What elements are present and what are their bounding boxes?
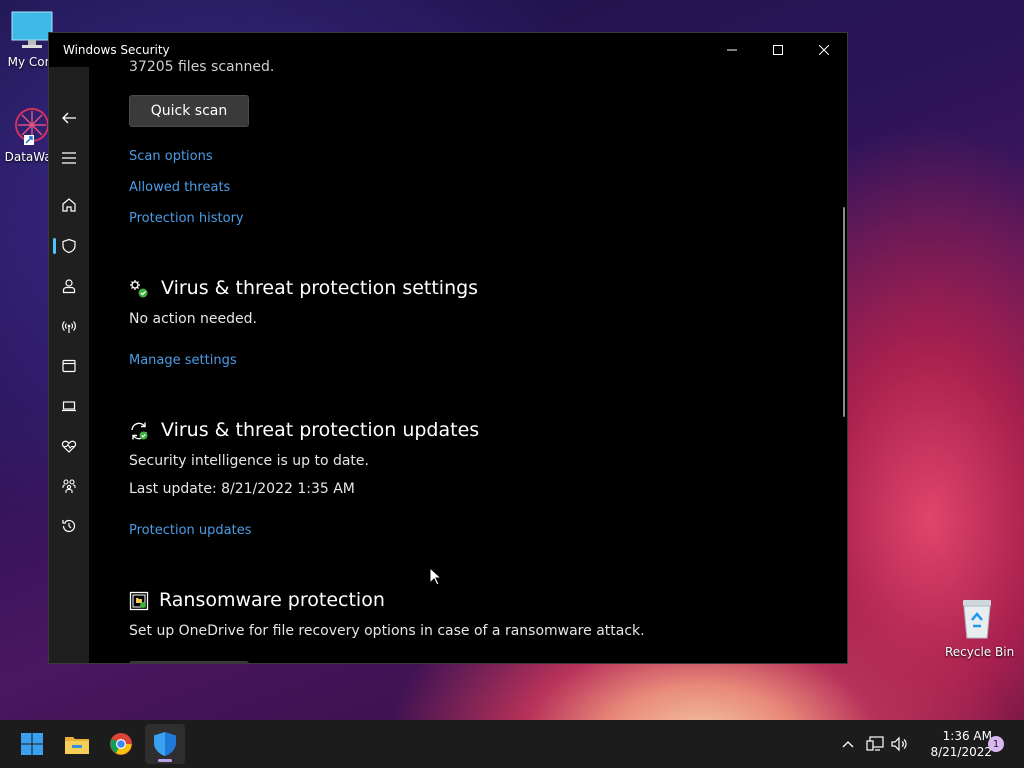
ransomware-section-heading: Ransomware protection <box>159 589 385 611</box>
sync-check-icon <box>131 422 148 440</box>
shield-icon <box>62 238 76 254</box>
nav-item-device-health[interactable] <box>49 430 89 462</box>
nav-item-virus-threat-protection[interactable] <box>49 230 89 262</box>
taskbar: 1:36 AM 8/21/2022 <box>0 720 1024 768</box>
chrome-icon <box>110 733 132 755</box>
window-title: Windows Security <box>63 43 170 57</box>
updates-status-text: Security intelligence is up to date. <box>129 453 369 469</box>
taskbar-file-explorer[interactable] <box>57 724 97 764</box>
gear-icon <box>61 662 77 664</box>
start-icon <box>21 733 43 755</box>
files-scanned-text: 37205 files scanned. <box>129 59 275 75</box>
nav-menu-button[interactable] <box>49 142 89 174</box>
nav-back-button[interactable] <box>49 102 89 134</box>
speaker-icon <box>891 736 907 752</box>
ransomware-setup-button[interactable] <box>129 661 249 663</box>
close-icon <box>819 45 829 55</box>
nav-item-firewall[interactable] <box>49 310 89 342</box>
desktop-icon-label: Recycle Bin <box>945 645 1015 659</box>
network-tray-button[interactable] <box>864 720 886 768</box>
heart-pulse-icon <box>61 440 77 453</box>
chevron-up-icon <box>842 741 854 748</box>
settings-section-heading: Virus & threat protection settings <box>161 277 479 299</box>
maximize-icon <box>773 45 783 55</box>
settings-gears-icon <box>130 280 148 298</box>
recycle-bin-icon <box>963 600 991 639</box>
settings-status-text: No action needed. <box>129 311 257 327</box>
family-icon <box>62 479 76 493</box>
nav-item-account-protection[interactable] <box>49 270 89 302</box>
wireless-icon <box>62 321 76 333</box>
close-button[interactable] <box>801 33 847 67</box>
mouse-cursor-icon <box>429 567 443 586</box>
taskbar-windows-security[interactable] <box>145 724 185 764</box>
main-content: 37205 files scanned. Quick scan Scan opt… <box>89 59 847 663</box>
clock-date: 8/21/2022 <box>930 745 992 759</box>
person-icon <box>62 279 76 294</box>
protection-updates-link[interactable]: Protection updates <box>129 523 251 538</box>
navigation-sidebar <box>49 67 89 663</box>
nav-item-home[interactable] <box>49 189 89 221</box>
file-explorer-icon <box>65 737 89 754</box>
scrollbar-thumb[interactable] <box>843 207 845 417</box>
history-icon <box>62 519 76 533</box>
taskbar-clock[interactable]: 1:36 AM 8/21/2022 <box>908 728 992 760</box>
minimize-icon <box>727 49 737 51</box>
clock-time: 1:36 AM <box>942 729 992 743</box>
nav-item-family-options[interactable] <box>49 470 89 502</box>
back-arrow-icon <box>62 112 76 124</box>
windows-security-window: Windows Security 37205 files scanned. Qu… <box>48 32 848 664</box>
network-icon <box>866 736 884 751</box>
maximize-button[interactable] <box>755 33 801 67</box>
app-shortcut-icon <box>15 108 49 145</box>
app-browser-icon <box>62 359 76 373</box>
desktop-icon-recycle-bin[interactable]: Recycle Bin <box>945 596 1015 659</box>
hamburger-menu-icon <box>62 152 76 164</box>
allowed-threats-link[interactable]: Allowed threats <box>129 180 230 195</box>
taskbar-chrome[interactable] <box>101 724 141 764</box>
quick-scan-button[interactable]: Quick scan <box>129 95 249 127</box>
ransomware-folder-icon <box>129 591 149 611</box>
manage-settings-link[interactable]: Manage settings <box>129 353 237 368</box>
home-icon <box>62 198 76 212</box>
nav-item-settings[interactable] <box>49 654 89 664</box>
last-update-text: Last update: 8/21/2022 1:35 AM <box>129 481 355 497</box>
minimize-button[interactable] <box>709 33 755 67</box>
updates-section-heading: Virus & threat protection updates <box>161 419 480 441</box>
nav-item-device-security[interactable] <box>49 390 89 422</box>
nav-item-protection-history[interactable] <box>49 510 89 542</box>
show-hidden-icons-button[interactable] <box>838 720 858 768</box>
notification-badge[interactable]: 1 <box>988 736 1004 752</box>
laptop-icon <box>62 401 76 412</box>
scan-options-link[interactable]: Scan options <box>129 149 213 164</box>
protection-history-link[interactable]: Protection history <box>129 211 244 226</box>
ransomware-status-text: Set up OneDrive for file recovery option… <box>129 623 645 639</box>
nav-item-app-browser-control[interactable] <box>49 350 89 382</box>
start-button[interactable] <box>12 724 52 764</box>
windows-security-icon <box>154 732 176 756</box>
